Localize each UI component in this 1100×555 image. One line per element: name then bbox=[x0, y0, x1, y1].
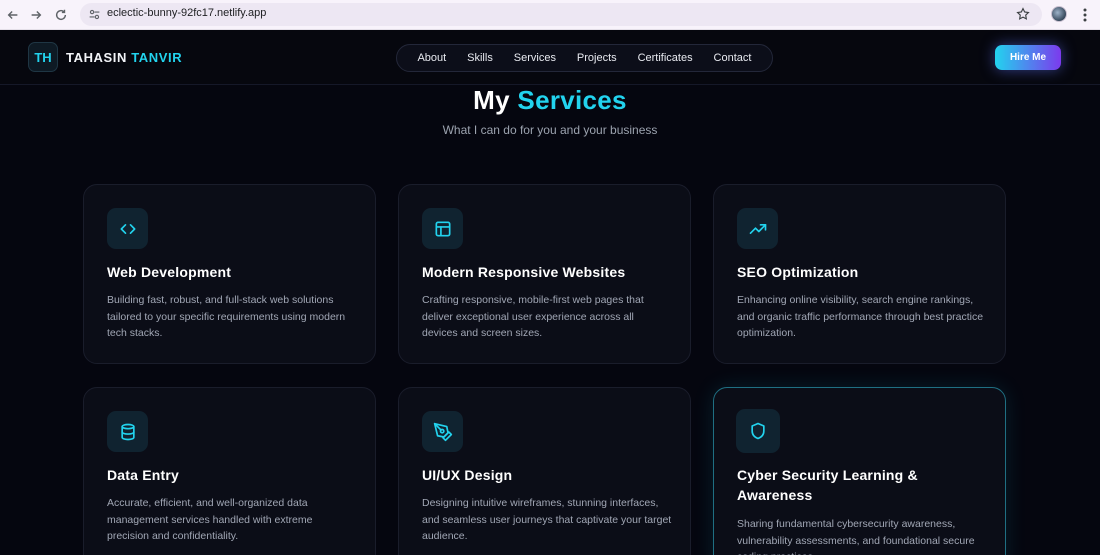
service-description: Building fast, robust, and full-stack we… bbox=[107, 294, 346, 339]
url-text[interactable]: eclectic-bunny-92fc17.netlify.app bbox=[107, 7, 266, 19]
service-card-ui-ux-design[interactable]: UI/UX Design Designing intuitive wirefra… bbox=[398, 387, 691, 555]
logo-last-name: TANVIR bbox=[131, 50, 183, 65]
service-card-responsive-websites[interactable]: Modern Responsive Websites Crafting resp… bbox=[398, 184, 691, 364]
nav-about[interactable]: About bbox=[417, 52, 446, 64]
section-subtitle: What I can do for you and your business bbox=[442, 123, 658, 137]
nav-certificates[interactable]: Certificates bbox=[638, 52, 693, 64]
site-header: TH TAHASIN TANVIR About Skills Services … bbox=[0, 30, 1100, 85]
service-description: Sharing fundamental cybersecurity awaren… bbox=[737, 518, 975, 555]
logo-badge[interactable]: TH bbox=[28, 42, 58, 72]
shield-icon bbox=[736, 409, 780, 453]
section-title-plain: My bbox=[473, 85, 510, 115]
nav-contact[interactable]: Contact bbox=[714, 52, 752, 64]
hire-me-button[interactable]: Hire Me bbox=[995, 45, 1061, 70]
address-bar[interactable]: eclectic-bunny-92fc17.netlify.app bbox=[80, 3, 1042, 26]
trending-up-icon bbox=[737, 208, 778, 249]
code-icon bbox=[107, 208, 148, 249]
service-title: Data Entry bbox=[107, 467, 180, 483]
logo-first-name: TAHASIN bbox=[66, 50, 128, 65]
more-menu-icon[interactable] bbox=[1078, 7, 1092, 23]
forward-arrow-icon[interactable] bbox=[27, 6, 45, 24]
pen-tool-icon bbox=[422, 411, 463, 452]
service-title: Modern Responsive Websites bbox=[422, 264, 626, 280]
logo-name[interactable]: TAHASIN TANVIR bbox=[66, 50, 182, 65]
service-card-cyber-security[interactable]: Cyber Security Learning & Awareness Shar… bbox=[713, 387, 1006, 555]
service-title: Web Development bbox=[107, 264, 232, 280]
browser-toolbar: eclectic-bunny-92fc17.netlify.app bbox=[0, 0, 1100, 30]
service-description: Crafting responsive, mobile-first web pa… bbox=[422, 294, 644, 339]
service-card-seo-optimization[interactable]: SEO Optimization Enhancing online visibi… bbox=[713, 184, 1006, 364]
service-title: Cyber Security Learning & Awareness bbox=[737, 467, 918, 503]
section-title-accent: Services bbox=[517, 85, 627, 115]
bookmark-star-icon[interactable] bbox=[1016, 7, 1030, 21]
section-title: My Services bbox=[0, 85, 1100, 116]
database-icon bbox=[107, 411, 148, 452]
nav-skills[interactable]: Skills bbox=[467, 52, 493, 64]
nav-services[interactable]: Services bbox=[514, 52, 556, 64]
main-nav: About Skills Services Projects Certifica… bbox=[396, 44, 773, 72]
nav-projects[interactable]: Projects bbox=[577, 52, 617, 64]
service-description: Enhancing online visibility, search engi… bbox=[737, 294, 984, 339]
site-info-icon[interactable] bbox=[88, 8, 101, 21]
reload-icon[interactable] bbox=[52, 6, 70, 24]
layout-icon bbox=[422, 208, 463, 249]
service-title: UI/UX Design bbox=[422, 467, 513, 483]
service-card-data-entry[interactable]: Data Entry Accurate, efficient, and well… bbox=[83, 387, 376, 555]
service-description: Accurate, efficient, and well-organized … bbox=[107, 497, 313, 542]
profile-avatar[interactable] bbox=[1051, 6, 1067, 22]
service-description: Designing intuitive wireframes, stunning… bbox=[422, 497, 672, 542]
service-title: SEO Optimization bbox=[737, 264, 859, 280]
service-card-web-development[interactable]: Web Development Building fast, robust, a… bbox=[83, 184, 376, 364]
back-arrow-icon[interactable] bbox=[4, 6, 22, 24]
